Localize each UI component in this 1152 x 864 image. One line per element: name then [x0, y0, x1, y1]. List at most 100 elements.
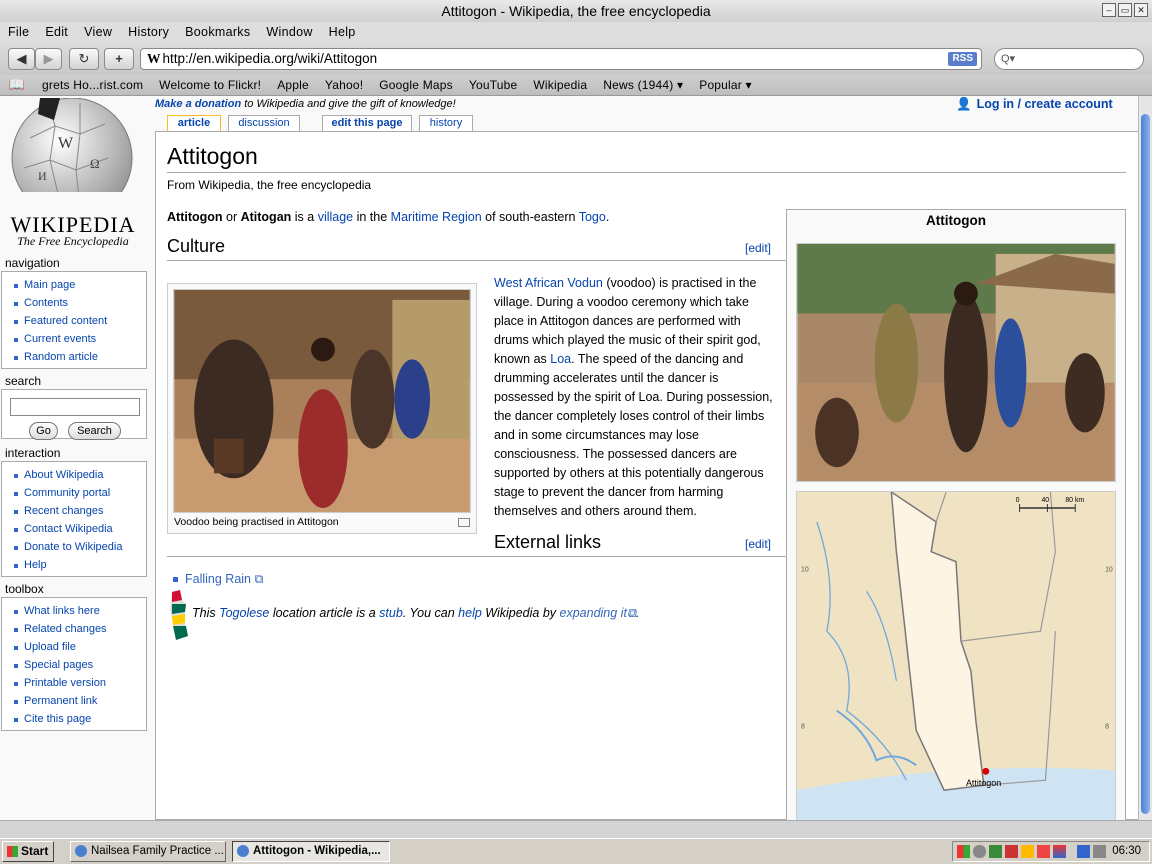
- browser-search-input[interactable]: Q▾: [994, 48, 1144, 70]
- network-icon[interactable]: [1077, 845, 1090, 858]
- user-tray-icon[interactable]: [973, 845, 986, 858]
- sidebar-item-featured-content[interactable]: Featured content: [2, 312, 146, 330]
- sidebar-item-contact[interactable]: Contact Wikipedia: [2, 520, 146, 538]
- menu-bookmarks[interactable]: Bookmarks: [177, 22, 258, 43]
- bookmark-item[interactable]: Yahoo!: [317, 78, 371, 92]
- reload-button[interactable]: ↻: [69, 48, 99, 70]
- book-icon[interactable]: 📖: [0, 77, 34, 93]
- stub-link[interactable]: stub: [379, 606, 403, 620]
- folder-icon[interactable]: [1021, 845, 1034, 858]
- scrollbar-thumb[interactable]: [1141, 114, 1150, 814]
- loa-link[interactable]: Loa: [550, 352, 571, 366]
- culture-edit-link[interactable]: [edit]: [745, 241, 771, 255]
- sidebar-item-about[interactable]: About Wikipedia: [2, 466, 146, 484]
- rss-button[interactable]: RSS: [948, 52, 977, 66]
- start-button[interactable]: Start: [2, 841, 54, 862]
- village-link[interactable]: village: [318, 210, 353, 224]
- bookmark-item[interactable]: Wikipedia: [525, 78, 595, 92]
- togo-locator-map[interactable]: 0 40 80 km 10 10 8 8 Attitogon: [796, 491, 1116, 820]
- sidebar-item-cite[interactable]: Cite this page: [2, 710, 146, 728]
- window-titlebar: Attitogon - Wikipedia, the free encyclop…: [0, 0, 1152, 22]
- media-icon[interactable]: [1053, 845, 1066, 858]
- map-scale-0: 0: [1016, 497, 1020, 504]
- search-button[interactable]: Search: [68, 422, 121, 440]
- sidebar-item-main-page[interactable]: Main page: [2, 276, 146, 294]
- sidebar-item-current-events[interactable]: Current events: [2, 330, 146, 348]
- togolese-link[interactable]: Togolese: [219, 606, 269, 620]
- bookmark-folder[interactable]: Popular ▾: [691, 78, 760, 92]
- voodoo-photo[interactable]: [173, 289, 471, 513]
- browser-app-icon: [237, 845, 249, 857]
- forward-button[interactable]: ▶: [35, 48, 62, 70]
- expanding-it-link[interactable]: expanding it: [560, 606, 627, 620]
- tab-edit[interactable]: edit this page: [322, 115, 412, 131]
- infobox-photo[interactable]: [796, 243, 1116, 482]
- falling-rain-link[interactable]: Falling Rain: [185, 572, 251, 586]
- page-title: Attitogon: [167, 143, 258, 169]
- go-button[interactable]: Go: [29, 422, 58, 440]
- bookmark-item[interactable]: Welcome to Flickr!: [151, 78, 269, 92]
- tab-article[interactable]: article: [167, 115, 221, 132]
- sidebar-item-what-links-here[interactable]: What links here: [2, 602, 146, 620]
- toolbox-portlet: What links here Related changes Upload f…: [1, 597, 147, 731]
- west-african-vodun-link[interactable]: West African Vodun: [494, 276, 603, 290]
- enlarge-icon[interactable]: [458, 518, 470, 527]
- add-bookmark-button[interactable]: +: [104, 48, 134, 70]
- volume-icon[interactable]: [1093, 845, 1106, 858]
- wikipedia-globe-logo[interactable]: W Ω И: [10, 98, 134, 192]
- tab-history[interactable]: history: [419, 115, 473, 131]
- shield-icon[interactable]: [989, 845, 1002, 858]
- title-divider: [167, 172, 1126, 173]
- map-location-label: Attitogon: [966, 778, 1001, 788]
- minimize-button[interactable]: –: [1102, 3, 1116, 17]
- sidebar-item-related-changes[interactable]: Related changes: [2, 620, 146, 638]
- sidebar-item-special-pages[interactable]: Special pages: [2, 656, 146, 674]
- bookmark-item[interactable]: grets Ho...rist.com: [34, 78, 151, 92]
- menu-edit[interactable]: Edit: [37, 22, 76, 43]
- sidebar-item-permanent-link[interactable]: Permanent link: [2, 692, 146, 710]
- donation-link[interactable]: Make a donation: [155, 98, 241, 110]
- culture-heading: Culture: [167, 236, 226, 256]
- address-bar[interactable]: Whttp://en.wikipedia.org/wiki/Attitogon …: [140, 48, 982, 70]
- maritime-region-link[interactable]: Maritime Region: [391, 210, 482, 224]
- help-link[interactable]: help: [458, 606, 482, 620]
- menu-bar: File Edit View History Bookmarks Window …: [0, 22, 1152, 43]
- close-button[interactable]: ✕: [1134, 3, 1148, 17]
- external-links-edit-link[interactable]: [edit]: [745, 537, 771, 551]
- search-icon: Q▾: [1001, 53, 1016, 65]
- sidebar-item-help[interactable]: Help: [2, 556, 146, 574]
- menu-history[interactable]: History: [120, 22, 177, 43]
- tab-discussion[interactable]: discussion: [228, 115, 300, 131]
- alert-icon[interactable]: [1005, 845, 1018, 858]
- map-lat-tick: 8: [801, 724, 805, 731]
- sidebar-item-printable-version[interactable]: Printable version: [2, 674, 146, 692]
- menu-view[interactable]: View: [76, 22, 120, 43]
- sidebar-item-random-article[interactable]: Random article: [2, 348, 146, 366]
- forward-icon: ▶: [43, 51, 54, 66]
- system-tray: 06:30: [952, 841, 1150, 862]
- sidebar-item-recent-changes[interactable]: Recent changes: [2, 502, 146, 520]
- taskbar-item-attitogon[interactable]: Attitogon - Wikipedia,...: [232, 841, 390, 862]
- vertical-scrollbar[interactable]: [1138, 96, 1152, 820]
- sidebar-item-donate[interactable]: Donate to Wikipedia: [2, 538, 146, 556]
- search-input[interactable]: [10, 398, 140, 416]
- taskbar-item-nailsea[interactable]: Nailsea Family Practice ...: [70, 841, 226, 862]
- stub-text-part: location article is a: [269, 606, 380, 620]
- menu-help[interactable]: Help: [321, 22, 364, 43]
- menu-file[interactable]: File: [0, 22, 37, 43]
- sidebar-item-upload-file[interactable]: Upload file: [2, 638, 146, 656]
- bookmark-item[interactable]: Google Maps: [371, 78, 461, 92]
- sidebar-item-community-portal[interactable]: Community portal: [2, 484, 146, 502]
- menu-window[interactable]: Window: [258, 22, 320, 43]
- maximize-button[interactable]: ▭: [1118, 3, 1132, 17]
- antivirus-icon[interactable]: [1037, 845, 1050, 858]
- togo-link[interactable]: Togo: [579, 210, 606, 224]
- back-button[interactable]: ◀: [8, 48, 35, 70]
- bookmark-item[interactable]: Apple: [269, 78, 317, 92]
- bookmark-folder[interactable]: News (1944) ▾: [595, 78, 691, 92]
- sidebar-item-contents[interactable]: Contents: [2, 294, 146, 312]
- bookmark-item[interactable]: YouTube: [461, 78, 526, 92]
- windows-tray-icon[interactable]: [957, 845, 970, 858]
- login-link[interactable]: 👤 Log in / create account: [956, 97, 1113, 112]
- stub-text-part: This: [192, 606, 220, 620]
